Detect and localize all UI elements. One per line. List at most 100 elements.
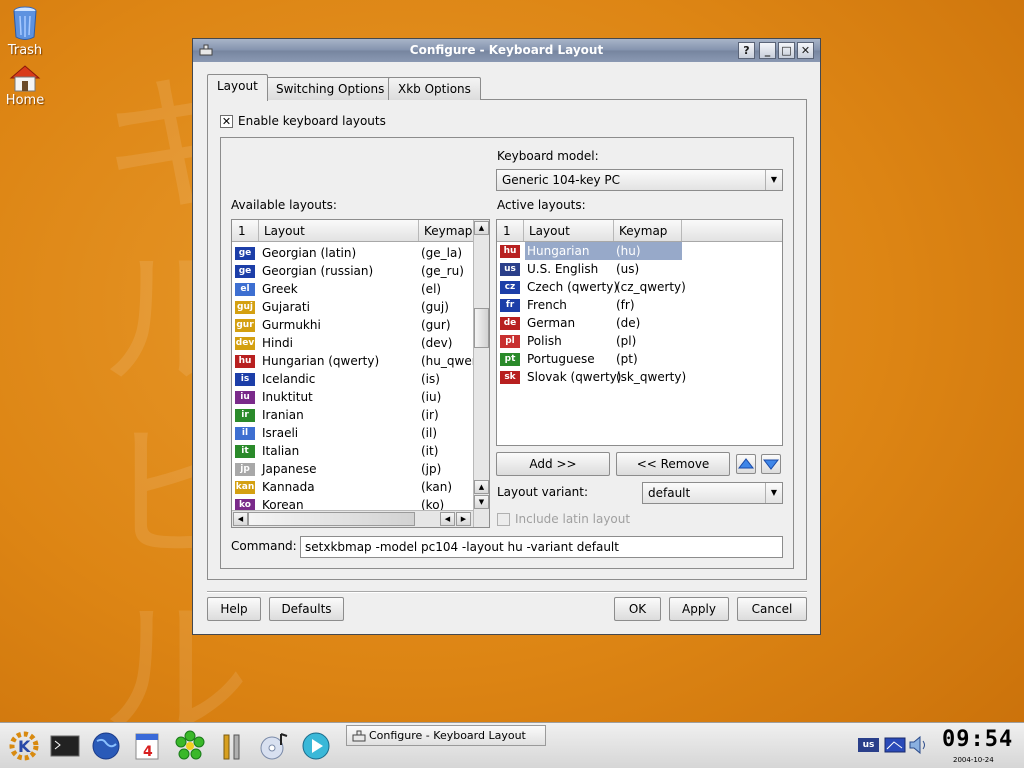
available-col-keymap[interactable]: Keymap <box>424 224 472 238</box>
table-row[interactable]: ge Georgian (russian) (ge_ru) <box>232 262 489 280</box>
help-button[interactable]: Help <box>207 597 261 621</box>
table-row[interactable]: il Israeli (il) <box>232 424 489 442</box>
move-up-button[interactable] <box>736 454 756 474</box>
scroll-up-icon[interactable]: ▲ <box>474 221 489 235</box>
table-row[interactable]: de German (de) <box>497 314 782 332</box>
table-row[interactable]: it Italian (it) <box>232 442 489 460</box>
clock[interactable]: 09:54 <box>942 727 1013 752</box>
trash-desktop-icon[interactable]: Trash <box>0 4 50 58</box>
scroll-down-icon[interactable]: ▼ <box>474 495 489 509</box>
active-col-layout[interactable]: Layout <box>529 224 570 238</box>
taskbar-window-button[interactable]: Configure - Keyboard Layout <box>346 725 546 746</box>
volume-icon[interactable] <box>908 735 930 755</box>
table-row[interactable]: ir Iranian (ir) <box>232 406 489 424</box>
defaults-button[interactable]: Defaults <box>269 597 344 621</box>
minimize-button[interactable]: _ <box>759 42 776 59</box>
scroll-left-icon[interactable]: ◀ <box>440 512 455 526</box>
layout-name: Slovak (qwerty) <box>527 370 622 384</box>
enable-layouts-checkbox[interactable]: ✕ <box>220 115 233 128</box>
active-col-keymap[interactable]: Keymap <box>619 224 667 238</box>
active-col-index[interactable]: 1 <box>503 224 511 238</box>
add-layout-button[interactable]: Add >> <box>496 452 610 476</box>
scroll-left-icon[interactable]: ◀ <box>233 512 248 526</box>
keyboard-model-combo[interactable]: Generic 104-key PC ▼ <box>496 169 783 191</box>
vscroll-thumb[interactable] <box>474 308 489 348</box>
table-row[interactable]: hu Hungarian (hu) <box>497 242 782 260</box>
table-row[interactable]: pl Polish (pl) <box>497 332 782 350</box>
close-button[interactable]: ✕ <box>797 42 814 59</box>
layout-name: Gurmukhi <box>262 318 321 332</box>
kde-menu-icon[interactable]: K <box>7 729 41 763</box>
table-row[interactable]: el Greek (el) <box>232 280 489 298</box>
include-latin-checkbox[interactable] <box>497 513 510 526</box>
layout-variant-combo[interactable]: default ▼ <box>642 482 783 504</box>
help-title-button[interactable]: ? <box>738 42 755 59</box>
trash-label: Trash <box>7 43 43 58</box>
calendar-icon[interactable]: 4 <box>130 729 164 763</box>
table-row[interactable]: hu Hungarian (qwerty) (hu_qwer <box>232 352 489 370</box>
country-flag-icon: el <box>235 283 255 296</box>
keyboard-layout-tray-flag[interactable]: us <box>858 738 879 752</box>
apply-button[interactable]: Apply <box>669 597 729 621</box>
table-row[interactable]: iu Inuktitut (iu) <box>232 388 489 406</box>
terminal-icon[interactable] <box>48 729 82 763</box>
table-row[interactable]: ge Georgian (latin) (ge_la) <box>232 244 489 262</box>
home-desktop-icon[interactable]: Home <box>0 64 50 108</box>
table-row[interactable]: us U.S. English (us) <box>497 260 782 278</box>
layout-keymap: (ir) <box>421 408 439 422</box>
country-flag-icon: hu <box>235 355 255 368</box>
table-row[interactable]: pt Portuguese (pt) <box>497 350 782 368</box>
cancel-button[interactable]: Cancel <box>737 597 807 621</box>
network-monitor-icon[interactable] <box>884 737 906 753</box>
layout-name: Italian <box>262 444 300 458</box>
table-row[interactable]: dev Hindi (dev) <box>232 334 489 352</box>
layout-name: French <box>527 298 567 312</box>
active-layouts-list[interactable]: 1 Layout Keymap hu Hungarian (hu) us U.S. En… <box>496 219 783 446</box>
table-row[interactable]: kan Kannada (kan) <box>232 478 489 496</box>
available-hscrollbar[interactable]: ◀ ◀ ▶ <box>232 510 474 527</box>
layout-keymap: (is) <box>421 372 440 386</box>
layout-keymap: (dev) <box>421 336 453 350</box>
hscroll-thumb[interactable] <box>248 512 415 526</box>
available-vscrollbar[interactable]: ▲ ▲ ▼ <box>473 220 489 527</box>
scroll-right-icon[interactable]: ▶ <box>456 512 471 526</box>
media-cd-icon[interactable] <box>257 729 291 763</box>
layout-name: Icelandic <box>262 372 316 386</box>
tab-layout[interactable]: Layout <box>207 74 268 101</box>
table-row[interactable]: gur Gurmukhi (gur) <box>232 316 489 334</box>
icq-flower-icon[interactable] <box>173 729 207 763</box>
ok-button[interactable]: OK <box>614 597 661 621</box>
window-titlebar[interactable]: Configure - Keyboard Layout ? _ □ ✕ <box>193 39 820 62</box>
layout-keymap: (us) <box>616 262 640 276</box>
layout-name: Georgian (russian) <box>262 264 374 278</box>
country-flag-icon: ge <box>235 265 255 278</box>
available-col-index[interactable]: 1 <box>238 224 246 238</box>
table-row[interactable]: jp Japanese (jp) <box>232 460 489 478</box>
media-player-icon[interactable] <box>299 729 333 763</box>
layout-name: Gujarati <box>262 300 310 314</box>
country-flag-icon: is <box>235 373 255 386</box>
home-icon <box>9 65 41 92</box>
table-row[interactable]: sk Slovak (qwerty) (sk_qwerty) <box>497 368 782 386</box>
control-center-icon[interactable] <box>215 729 249 763</box>
table-row[interactable]: is Icelandic (is) <box>232 370 489 388</box>
browser-globe-icon[interactable] <box>89 729 123 763</box>
layout-keymap: (jp) <box>421 462 442 476</box>
layout-name: Hungarian <box>527 244 590 258</box>
table-row[interactable]: cz Czech (qwerty) (cz_qwerty) <box>497 278 782 296</box>
available-layouts-list[interactable]: 1 Layout Keymap ge Georgian (latin) (ge_la… <box>231 219 490 528</box>
country-flag-icon: it <box>235 445 255 458</box>
move-down-button[interactable] <box>761 454 781 474</box>
available-col-layout[interactable]: Layout <box>264 224 305 238</box>
table-row[interactable]: fr French (fr) <box>497 296 782 314</box>
country-flag-icon: hu <box>500 245 520 258</box>
scroll-up-icon[interactable]: ▲ <box>474 480 489 494</box>
remove-layout-button[interactable]: << Remove <box>616 452 730 476</box>
tab-switching-options[interactable]: Switching Options <box>266 77 395 100</box>
table-row[interactable]: guj Gujarati (guj) <box>232 298 489 316</box>
tab-xkb-options[interactable]: Xkb Options <box>388 77 481 100</box>
layout-name: Iranian <box>262 408 304 422</box>
maximize-button[interactable]: □ <box>778 42 795 59</box>
command-field[interactable]: setxkbmap -model pc104 -layout hu -varia… <box>300 536 783 558</box>
layout-keymap: (pl) <box>616 334 637 348</box>
